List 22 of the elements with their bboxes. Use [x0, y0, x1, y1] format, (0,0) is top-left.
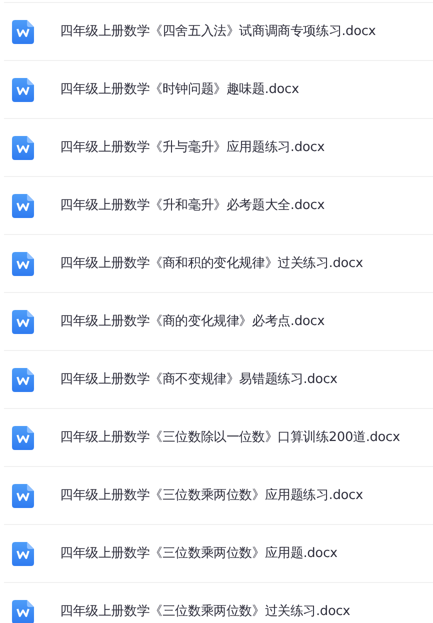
word-document-icon [12, 310, 34, 334]
word-document-icon [12, 368, 34, 392]
file-name[interactable]: 四年级上册数学《三位数乘两位数》过关练习.docx [60, 602, 350, 622]
file-name[interactable]: 四年级上册数学《商不变规律》易错题练习.docx [60, 370, 338, 390]
file-name[interactable]: 四年级上册数学《三位数乘两位数》应用题.docx [60, 544, 338, 564]
word-document-icon [12, 600, 34, 623]
word-document-icon [12, 484, 34, 508]
file-name[interactable]: 四年级上册数学《商的变化规律》必考点.docx [60, 312, 325, 332]
word-document-icon [12, 252, 34, 276]
word-document-icon [12, 20, 34, 44]
word-document-icon [12, 136, 34, 160]
word-document-icon [12, 78, 34, 102]
file-name[interactable]: 四年级上册数学《升与毫升》应用题练习.docx [60, 138, 325, 158]
file-name[interactable]: 四年级上册数学《时钟问题》趣味题.docx [60, 80, 299, 100]
file-name[interactable]: 四年级上册数学《升和毫升》必考题大全.docx [60, 196, 325, 216]
file-name[interactable]: 四年级上册数学《四舍五入法》试商调商专项练习.docx [60, 22, 376, 42]
file-name[interactable]: 四年级上册数学《商和积的变化规律》过关练习.docx [60, 254, 363, 274]
file-name[interactable]: 四年级上册数学《三位数乘两位数》应用题练习.docx [60, 486, 363, 506]
file-name[interactable]: 四年级上册数学《三位数除以一位数》口算训练200道.docx [60, 428, 400, 448]
word-document-icon [12, 194, 34, 218]
word-document-icon [12, 542, 34, 566]
word-document-icon [12, 426, 34, 450]
